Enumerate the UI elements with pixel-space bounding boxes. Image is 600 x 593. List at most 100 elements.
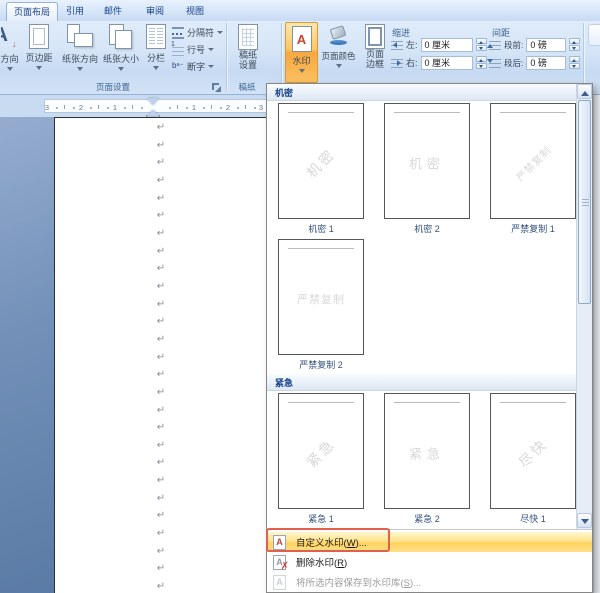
paint-bucket-icon: [327, 24, 351, 48]
paragraph-mark: ↵: [156, 157, 166, 169]
menu-item-save-to-gallery: A 将所选内容保存到水印库(S)...: [267, 572, 592, 592]
spacing-before-row: 段前: 0 磅: [487, 37, 581, 52]
hyphenation-label: 断字: [187, 62, 206, 72]
paper-size-button[interactable]: 纸张大小: [101, 23, 141, 81]
page-borders-label-2: 边框: [365, 59, 384, 69]
thumbnail-header-line: [394, 402, 460, 403]
paragraph-mark: ↵: [156, 192, 166, 204]
columns-icon: [146, 24, 166, 49]
spacing-before-field[interactable]: 0 磅: [526, 37, 567, 52]
paragraph-mark: ↵: [156, 369, 166, 381]
paragraph-mark: ↵: [156, 351, 166, 363]
page-color-label: 页面颜色: [321, 51, 356, 61]
paragraph-mark: ↵: [156, 581, 166, 593]
watermark-button[interactable]: A 水印: [285, 22, 318, 83]
scrollbar-thumb[interactable]: [578, 100, 591, 304]
watermark-option-label: 尽快 1: [520, 514, 546, 524]
ribbon-tab[interactable]: 视图: [180, 2, 210, 21]
page-color-button[interactable]: 页面颜色: [320, 23, 357, 81]
ruler-tick: [211, 105, 212, 109]
paragraph-mark: ↵: [156, 333, 166, 345]
indent-right-icon: [391, 57, 403, 68]
chevron-down-icon: [298, 69, 305, 76]
ribbon-tab[interactable]: 引用: [60, 2, 90, 21]
watermark-preview-text: 机密: [408, 156, 446, 172]
thumbnail-header-line: [500, 402, 566, 403]
watermark-option[interactable]: 机密 机密 1: [278, 103, 364, 235]
indent-right-stepper[interactable]: [475, 56, 487, 69]
manuscript-setup-button[interactable]: 稿纸 设置: [230, 23, 266, 81]
margins-icon: [29, 24, 49, 49]
spacing-after-row: 段后: 0 磅: [487, 55, 581, 70]
text-direction-button[interactable]: A ↓ 方向: [0, 23, 19, 81]
ribbon-tab[interactable]: 审阅: [140, 2, 170, 21]
spacing-after-stepper[interactable]: [569, 56, 581, 69]
orientation-button[interactable]: 纸张方向: [59, 23, 101, 81]
indent-left-field[interactable]: 0 厘米: [420, 37, 473, 52]
ribbon-tab-row: 页面布局 引用 邮件 审阅 视图: [0, 0, 600, 21]
watermark-option-label: 机密 1: [308, 224, 334, 234]
chevron-down-icon: [208, 47, 215, 54]
manuscript-label-1: 稿纸: [238, 50, 257, 60]
scroll-up-button[interactable]: [577, 84, 592, 99]
gallery-section-header: 机密: [267, 84, 576, 101]
watermark-gallery-popup: 机密 机密 机密 1 机密 机密 2 严禁复制 严禁复制 1 严禁复制 严禁复制 2 紧急 紧急 紧急…: [266, 83, 593, 593]
watermark-option[interactable]: 紧急 紧急 1: [278, 393, 364, 525]
indent-right-field[interactable]: 0 厘米: [420, 55, 473, 70]
thumbnail-header-line: [288, 112, 354, 113]
watermark-thumbnail: 紧急: [384, 393, 470, 509]
scroll-down-button[interactable]: [577, 513, 592, 528]
ribbon-tab[interactable]: 页面布局: [6, 2, 58, 21]
columns-button[interactable]: 分栏: [141, 23, 171, 81]
chevron-down-icon: [36, 66, 42, 73]
watermark-option[interactable]: 尽快 尽快 1: [490, 393, 576, 525]
text-direction-icon: A ↓: [0, 24, 17, 49]
paragraph-mark: ↵: [156, 298, 166, 310]
line-numbers-icon: [171, 41, 184, 56]
indent-right-label: 右:: [406, 58, 418, 68]
watermark-thumbnail: 严禁复制: [278, 239, 364, 355]
paper-size-icon: [109, 24, 133, 50]
watermark-option[interactable]: 严禁复制 严禁复制 1: [490, 103, 576, 235]
manuscript-label-2: 设置: [238, 60, 257, 70]
menu-item-custom-watermark[interactable]: A 自定义水印(W)...: [267, 532, 592, 552]
indent-left-icon: [391, 39, 403, 50]
hyphenation-button[interactable]: bᵃ⁻ 断字: [172, 59, 230, 74]
chevron-down-icon: [77, 67, 83, 74]
chevron-down-icon: [217, 30, 224, 37]
margins-button[interactable]: 页边距: [20, 23, 58, 81]
indent-marker[interactable]: [146, 98, 160, 121]
document-background: [0, 117, 54, 593]
watermark-preview-text: 严禁复制: [514, 145, 554, 185]
spacing-before-stepper[interactable]: [569, 38, 581, 51]
next-group-button-fragment: [588, 24, 600, 46]
ruler-dot: [72, 107, 75, 109]
breaks-button[interactable]: 分隔符: [172, 25, 230, 40]
spacing-after-field[interactable]: 0 磅: [526, 55, 567, 70]
chevron-down-icon: [118, 67, 124, 74]
watermark-preview-text: 严禁复制: [297, 294, 345, 307]
menu-item-remove-watermark[interactable]: A ✗ 删除水印(R): [267, 552, 592, 572]
ruler-number: 1: [191, 103, 197, 112]
ruler-dot: [140, 107, 143, 109]
dialog-launcher-icon[interactable]: [211, 82, 222, 93]
page-borders-button[interactable]: 页面 边框: [358, 23, 392, 81]
page-break-icon: [172, 26, 184, 39]
watermark-thumbnail: 紧急: [278, 393, 364, 509]
watermark-option[interactable]: 机密 机密 2: [384, 103, 470, 235]
line-numbers-label: 行号: [187, 45, 206, 55]
grid-page-icon: [238, 24, 258, 50]
document-scrollbar[interactable]: [593, 95, 600, 593]
indent-left-stepper[interactable]: [475, 38, 487, 51]
ribbon-tab[interactable]: 邮件: [98, 2, 128, 21]
watermark-gallery: 机密 机密 机密 1 机密 机密 2 严禁复制 严禁复制 1 严禁复制 严禁复制 2 紧急 紧急 紧急…: [267, 84, 576, 529]
paragraph-mark: ↵: [156, 404, 166, 416]
remove-watermark-icon: A ✗: [273, 554, 289, 572]
spacing-after-label: 段后:: [504, 57, 524, 68]
watermark-option[interactable]: 紧急 紧急 2: [384, 393, 470, 525]
watermark-icon: A: [291, 26, 312, 52]
watermark-option[interactable]: 严禁复制 严禁复制 2: [278, 239, 364, 371]
gallery-scrollbar[interactable]: [576, 84, 592, 529]
line-numbers-button[interactable]: 行号: [171, 41, 230, 57]
indent-right-row: 右: 0 厘米: [391, 55, 487, 70]
